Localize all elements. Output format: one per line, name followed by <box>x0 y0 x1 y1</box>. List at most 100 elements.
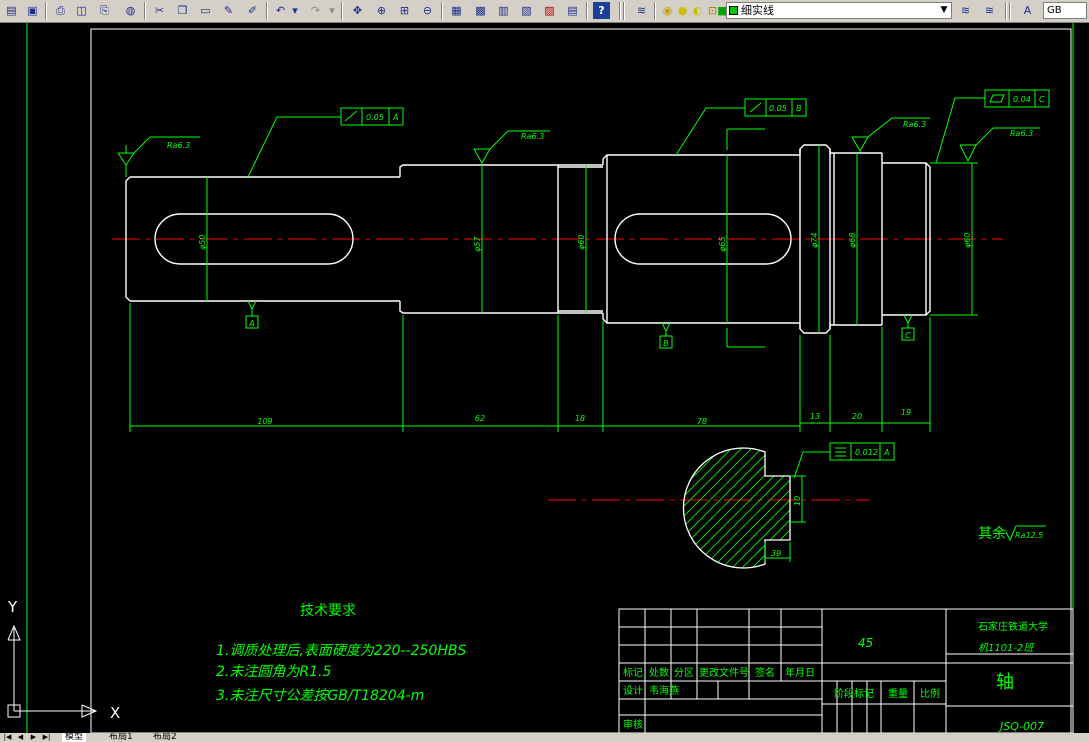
roughness-label-2: Ra6.3 <box>521 132 544 141</box>
diameter-label-3: φ60 <box>577 235 586 250</box>
publish-icon[interactable]: ⎘ <box>96 2 113 19</box>
tab-layout2[interactable]: 布局2 <box>150 733 180 742</box>
block-editor-icon[interactable]: ✐ <box>244 2 261 19</box>
gdt-datum-3: C <box>1039 95 1045 104</box>
technical-requirements: 技术要求 1.调质处理后,表面硬度为220--250HBS 2.未注圆角为R1.… <box>216 603 466 704</box>
diameter-label-6: φ68 <box>848 233 857 248</box>
match-properties-icon[interactable]: ✎ <box>220 2 237 19</box>
tb-class: 机1101-2班 <box>978 642 1035 654</box>
print-icon[interactable]: ⎙ <box>52 2 69 19</box>
toolbar-separator <box>341 2 343 20</box>
text-style-icon[interactable]: A <box>1019 2 1036 19</box>
layer-previous-icon[interactable]: ≊ <box>981 2 998 19</box>
toolbar-separator <box>1009 2 1011 20</box>
diameter-labels: φ50 φ57 φ60 φ65 φ74 φ68 φ60 <box>198 233 972 252</box>
length-label-4: 78 <box>697 417 707 426</box>
make-object-layer-current-icon[interactable]: ≋ <box>957 2 974 19</box>
layout-tab-bar: |◀ ◀ ▶ ▶| 模型 布局1 布局2 <box>0 733 1089 742</box>
diameter-label-1: φ50 <box>198 235 207 250</box>
tb-h-weight: 重量 <box>888 687 908 700</box>
toolbar-separator <box>619 2 621 20</box>
tech-req-line-3: 3.未注尺寸公差按GB/T18204-m <box>216 688 424 704</box>
calculator-icon[interactable]: ▤ <box>564 2 581 19</box>
standard-toolbar: ▤ ▣ ⎙ ◫ ⎘ ◍ ✂ ❐ ▭ ✎ ✐ ↶ ▾ ↷ ▾ ✥ ⊕ ⊞ ⊖ ▦ … <box>0 0 1089 23</box>
toolbar-separator <box>1005 2 1007 20</box>
tb-drawing-no: JSQ-007 <box>998 720 1044 733</box>
length-label-5: 13 <box>810 412 820 421</box>
text-style-dropdown[interactable]: GB <box>1043 2 1087 19</box>
tb-h-zone: 分区 <box>674 667 694 679</box>
diameter-label-2: φ57 <box>473 236 482 252</box>
diameter-label-7: φ60 <box>963 233 972 248</box>
layer-manager-icon[interactable]: ≋ <box>633 2 650 19</box>
properties-icon[interactable]: ▦ <box>448 2 465 19</box>
first-tab-icon[interactable]: |◀ <box>2 733 13 742</box>
length-label-3: 18 <box>575 414 585 423</box>
datum-indicators <box>245 300 915 349</box>
new-drawing-icon[interactable]: ▤ <box>3 2 20 19</box>
help-icon[interactable]: ? <box>593 2 610 19</box>
paste-icon[interactable]: ▭ <box>197 2 214 19</box>
next-tab-icon[interactable]: ▶ <box>28 733 39 742</box>
tb-part-name: 轴 <box>996 672 1014 693</box>
last-tab-icon[interactable]: ▶| <box>41 733 52 742</box>
datum-label-c: C <box>905 331 911 340</box>
length-label-1: 109 <box>257 417 272 426</box>
plot-preview-icon[interactable]: ◫ <box>73 2 90 19</box>
gdt-value-1: 0.05 <box>366 113 384 122</box>
length-label-2: 62 <box>475 414 485 423</box>
undo-dropdown-icon[interactable]: ▾ <box>290 2 300 19</box>
web-icon[interactable]: ◍ <box>122 2 139 19</box>
tb-h-review: 审核 <box>623 718 643 731</box>
layer-name: 细实线 <box>741 4 774 17</box>
layer-dropdown[interactable]: 细实线 ▼ <box>726 2 952 19</box>
general-roughness-note: 其余 Ra12.5 <box>978 525 1046 542</box>
roughness-labels: Ra6.3 Ra6.3 Ra6.3 Ra6.3 <box>167 120 1033 150</box>
gdt-value-4: 0.012 <box>855 448 878 457</box>
length-label-7: 19 <box>901 408 911 417</box>
gdt-value-2: 0.05 <box>769 104 787 113</box>
ucs-icon <box>7 624 98 718</box>
tab-layout1[interactable]: 布局1 <box>106 733 136 742</box>
pan-icon[interactable]: ✥ <box>349 2 366 19</box>
ucs-x-label: X <box>110 704 120 722</box>
drawing-border <box>90 28 1072 733</box>
tb-h-stage: 阶段标记 <box>834 687 874 700</box>
roughness-symbols <box>117 117 1040 177</box>
ucs-y-label: Y <box>7 598 18 616</box>
chevron-down-icon[interactable]: ▼ <box>937 3 951 18</box>
toolbar-separator <box>623 2 625 20</box>
tool-palettes-icon[interactable]: ▥ <box>495 2 512 19</box>
datum-label-b: B <box>663 339 669 348</box>
toolbar-separator <box>441 2 443 20</box>
undo-icon[interactable]: ↶ <box>272 2 289 19</box>
tb-h-doc: 更改文件号 <box>699 666 749 679</box>
gdt-datum-1: A <box>392 113 398 122</box>
tech-req-title: 技术要求 <box>300 603 356 619</box>
drawing-canvas[interactable]: φ50 φ57 φ60 φ65 φ74 φ68 φ60 109 62 18 78… <box>0 23 1089 733</box>
cut-icon[interactable]: ✂ <box>151 2 168 19</box>
redo-icon[interactable]: ↷ <box>307 2 324 19</box>
redo-dropdown-icon[interactable]: ▾ <box>327 2 337 19</box>
sheet-set-icon[interactable]: ▧ <box>518 2 535 19</box>
zoom-realtime-icon[interactable]: ⊕ <box>373 2 390 19</box>
tb-h-date: 年月日 <box>785 666 815 679</box>
tb-h-mark: 标记 <box>623 667 643 679</box>
length-label-6: 20 <box>852 412 862 421</box>
toolbar-separator <box>654 2 656 20</box>
save-icon[interactable]: ▣ <box>24 2 41 19</box>
roughness-label-3: Ra6.3 <box>903 120 926 129</box>
toolbar-separator <box>586 2 588 20</box>
tb-h-count: 处数 <box>649 666 669 679</box>
zoom-window-icon[interactable]: ⊞ <box>396 2 413 19</box>
copy-icon[interactable]: ❐ <box>174 2 191 19</box>
markup-icon[interactable]: ▨ <box>541 2 558 19</box>
general-roughness-value: Ra12.5 <box>1015 531 1043 540</box>
gdt-frames <box>247 89 1050 479</box>
section-view: 10 39 <box>548 447 870 569</box>
zoom-previous-icon[interactable]: ⊖ <box>419 2 436 19</box>
tab-model[interactable]: 模型 <box>62 733 87 742</box>
prev-tab-icon[interactable]: ◀ <box>15 733 26 742</box>
design-center-icon[interactable]: ▩ <box>472 2 489 19</box>
toolbar-separator <box>266 2 268 20</box>
